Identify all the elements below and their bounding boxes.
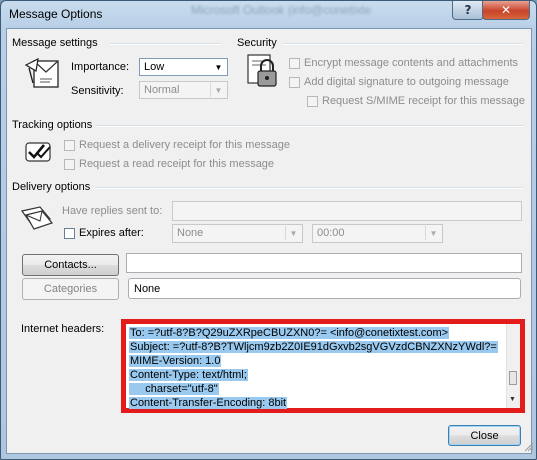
- chevron-down-icon: ▼: [210, 83, 226, 97]
- window-close-button[interactable]: ✕: [482, 1, 530, 20]
- header-line-text: Subject: =?utf-8?B?TWljcm9zb2Z0IE91dGxvb…: [129, 341, 498, 353]
- headers-scrollbar[interactable]: ▼: [506, 324, 520, 408]
- header-line: Subject: =?utf-8?B?TWljcm9zb2Z0IE91dGxvb…: [129, 341, 498, 353]
- expires-after-label: Expires after:: [79, 227, 144, 239]
- tracking-checkmark-icon: [22, 139, 56, 165]
- expires-time-select[interactable]: 00:00 ▼: [312, 224, 443, 243]
- encrypt-checkbox[interactable]: [289, 58, 300, 69]
- read-receipt-label: Request a read receipt for this message: [79, 158, 275, 170]
- sensitivity-select[interactable]: Normal ▼: [139, 81, 228, 99]
- section-divider: [110, 43, 220, 45]
- sensitivity-label: Sensitivity:: [71, 85, 124, 97]
- categories-button[interactable]: Categories: [22, 278, 119, 300]
- scrollbar-thumb[interactable]: [509, 371, 517, 385]
- resize-grip-icon[interactable]: [524, 442, 534, 452]
- internet-headers-textbox[interactable]: To: =?utf-8?B?Q29uZXRpeCBUZXN0?= <info@c…: [121, 319, 525, 413]
- delivery-receipt-label: Request a delivery receipt for this mess…: [79, 139, 290, 151]
- expires-date-select[interactable]: None ▼: [172, 224, 303, 243]
- close-button-label: Close: [470, 429, 499, 442]
- close-icon: ✕: [500, 3, 512, 17]
- header-line-text: charset="utf-8": [129, 383, 219, 395]
- digital-signature-checkbox[interactable]: [289, 77, 300, 88]
- message-settings-icon: [24, 55, 64, 91]
- importance-select[interactable]: Low ▼: [139, 58, 228, 76]
- smime-receipt-label: Request S/MIME receipt for this message: [322, 95, 525, 107]
- contacts-button[interactable]: Contacts...: [22, 254, 119, 276]
- sensitivity-value: Normal: [144, 84, 180, 96]
- header-line: Content-Type: text/html;: [129, 369, 248, 381]
- window-title: Message Options: [9, 7, 103, 21]
- internet-headers-label: Internet headers:: [21, 323, 105, 335]
- help-button[interactable]: ?: [452, 1, 484, 20]
- header-line-text: MIME-Version: 1.0: [129, 355, 222, 367]
- header-line: To: =?utf-8?B?Q29uZXRpeCBUZXN0?= <info@c…: [129, 327, 450, 339]
- read-receipt-checkbox[interactable]: [64, 159, 75, 170]
- categories-value: None: [134, 283, 161, 295]
- delivery-envelope-icon: [20, 205, 56, 231]
- header-line: charset="utf-8": [129, 383, 219, 395]
- security-heading: Security: [237, 37, 277, 49]
- contacts-field[interactable]: [126, 253, 522, 273]
- background-window-title: Microsoft Outlook (info@conetixte: [191, 3, 372, 17]
- replies-to-label: Have replies sent to:: [62, 205, 163, 217]
- section-divider: [283, 43, 523, 45]
- delivery-heading: Delivery options: [12, 181, 91, 193]
- header-line-text: Content-Transfer-Encoding: 8bit: [129, 397, 288, 409]
- tracking-heading: Tracking options: [12, 119, 93, 131]
- message-settings-heading: Message settings: [12, 37, 98, 49]
- security-lock-icon: [244, 53, 282, 89]
- chevron-down-icon: ▼: [425, 226, 441, 240]
- contacts-button-label: Contacts...: [44, 259, 97, 271]
- replies-to-field[interactable]: [172, 201, 522, 221]
- section-divider: [95, 187, 523, 189]
- expires-time-value: 00:00: [317, 227, 345, 239]
- chevron-down-icon: ▼: [285, 226, 301, 240]
- delivery-receipt-checkbox[interactable]: [64, 140, 75, 151]
- categories-field[interactable]: None: [128, 278, 521, 299]
- chevron-down-icon: ▼: [214, 62, 223, 72]
- header-line-text: To: =?utf-8?B?Q29uZXRpeCBUZXN0?= <info@c…: [129, 327, 450, 339]
- smime-receipt-checkbox[interactable]: [307, 96, 318, 107]
- section-divider: [96, 125, 523, 127]
- expires-after-checkbox[interactable]: [64, 228, 75, 239]
- close-button[interactable]: Close: [448, 425, 521, 446]
- expires-date-value: None: [177, 227, 204, 239]
- help-icon: ?: [464, 3, 472, 17]
- categories-button-label: Categories: [43, 283, 98, 295]
- header-line: MIME-Version: 1.0: [129, 355, 222, 367]
- scroll-down-arrow-icon[interactable]: ▼: [509, 396, 516, 403]
- importance-label: Importance:: [71, 61, 130, 73]
- importance-value: Low: [144, 61, 165, 73]
- header-line: Content-Transfer-Encoding: 8bit: [129, 397, 288, 409]
- encrypt-label: Encrypt message contents and attachments: [304, 57, 519, 69]
- header-line-text: Content-Type: text/html;: [129, 369, 248, 381]
- digital-signature-label: Add digital signature to outgoing messag…: [304, 76, 509, 88]
